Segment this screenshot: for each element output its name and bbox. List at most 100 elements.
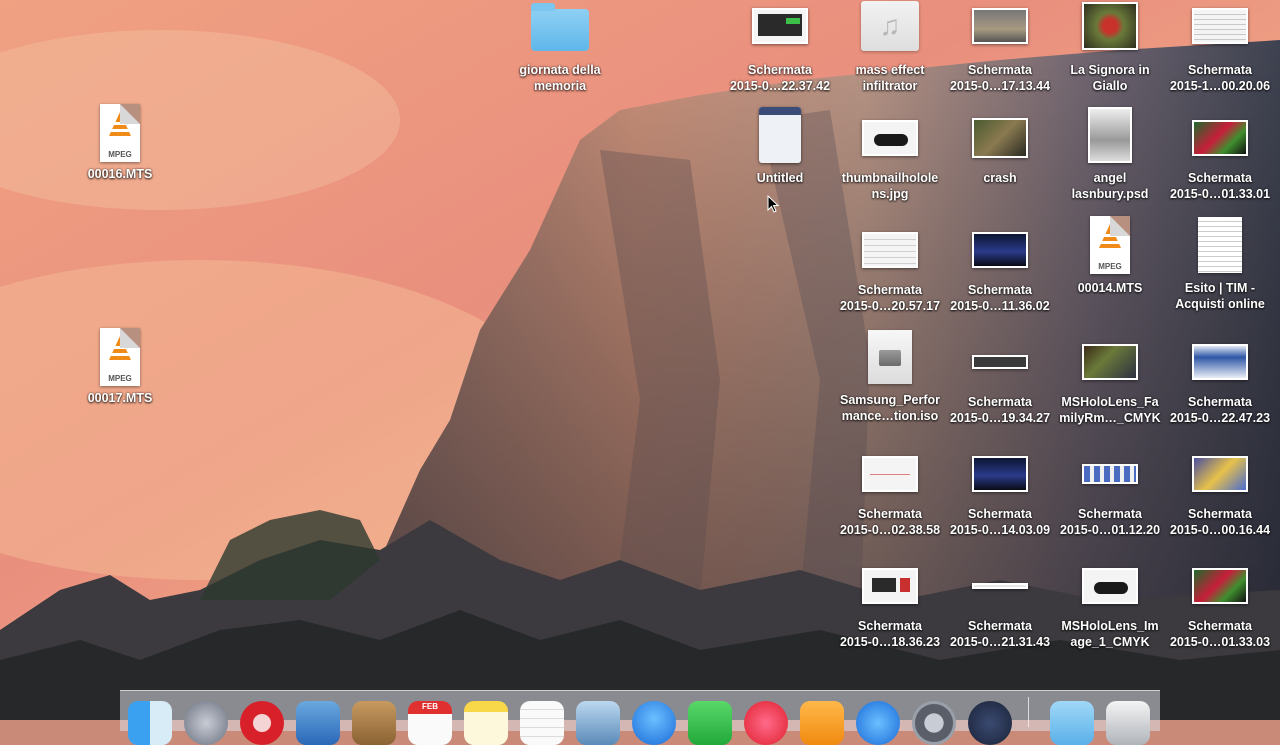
icon-label: Schermata [968,63,1032,77]
disk-image-icon [868,330,912,384]
dock-finder-icon[interactable] [128,701,172,745]
dock-downloads-folder-icon[interactable] [1050,701,1094,745]
icon-label: giornata della [519,63,601,77]
file-mshololens-familyrm-cmyk[interactable]: MSHoloLens_Fa milyRm…_CMYK [1052,336,1168,426]
dock-launchpad-icon[interactable] [184,701,228,745]
dock-notes-icon[interactable] [464,701,508,745]
screenshot-thumbnail-icon [972,232,1028,268]
file-angel-lasnbury-psd[interactable]: angel lasnbury.psd [1052,104,1168,202]
file-schermata-3[interactable]: Schermata 2015-1…00.20.06 [1162,0,1278,94]
file-la-signora-in-giallo[interactable]: La Signora in Giallo [1052,0,1168,94]
file-00016-mts[interactable]: MPEG 00016.MTS [62,102,178,182]
icon-label: 2015-0…20.57.17 [839,299,941,313]
icon-label: Giallo [1092,79,1128,93]
dock-system-preferences-icon[interactable] [912,701,956,745]
screenshot-thumbnail-icon [1192,120,1248,156]
file-mass-effect-infiltrator[interactable]: ♫ mass effect infiltrator [832,0,948,94]
file-schermata-14[interactable]: Schermata 2015-0…21.31.43 [942,560,1058,650]
file-00017-mts[interactable]: MPEG 00017.MTS [62,326,178,406]
icon-label: Acquisti online [1175,297,1265,311]
screenshot-thumbnail-icon [972,8,1028,44]
image-thumbnail-icon [1082,568,1138,604]
icon-label: Schermata [968,283,1032,297]
icon-label: 2015-0…21.31.43 [949,635,1051,649]
screenshot-thumbnail-icon [1192,8,1248,44]
icon-label: ns.jpg [871,187,909,201]
file-schermata-10[interactable]: Schermata 2015-0…14.03.09 [942,448,1058,538]
dock-mail-icon[interactable] [296,701,340,745]
image-thumbnail-icon [1082,2,1138,50]
file-schermata-8[interactable]: Schermata 2015-0…22.47.23 [1162,336,1278,426]
icon-label: 2015-0…17.13.44 [949,79,1051,93]
dock-ibooks-icon[interactable] [800,701,844,745]
dock-quicktime-icon[interactable] [968,701,1012,745]
file-schermata-15[interactable]: Schermata 2015-0…01.33.03 [1162,560,1278,650]
screenshot-thumbnail-icon [1192,456,1248,492]
icon-label: lasnbury.psd [1071,187,1149,201]
file-esito-tim-acquisti-online[interactable]: Esito | TIM - Acquisti online [1162,214,1278,312]
icon-label: mance…tion.iso [841,409,939,423]
icon-label: Schermata [748,63,812,77]
icon-label: 2015-0…18.36.23 [839,635,941,649]
screenshot-thumbnail-icon [752,8,808,44]
icon-label: 2015-0…01.12.20 [1059,523,1161,537]
folder-giornata-della-memoria[interactable]: giornata della memoria [502,0,618,94]
screenshot-thumbnail-icon [1082,464,1138,484]
image-thumbnail-icon [1088,107,1132,163]
dock-reminders-icon[interactable] [520,701,564,745]
dock-app-store-icon[interactable] [856,701,900,745]
webpage-document-icon [1198,217,1242,273]
icon-label: Schermata [1188,63,1252,77]
file-schermata-6[interactable]: Schermata 2015-0…11.36.02 [942,224,1058,314]
calendar-month: FEB [422,702,438,711]
icon-label: 2015-0…01.33.03 [1169,635,1271,649]
file-crash[interactable]: crash [942,112,1058,186]
icon-label: Schermata [968,395,1032,409]
file-schermata-11[interactable]: Schermata 2015-0…01.12.20 [1052,448,1168,538]
image-thumbnail-icon [862,120,918,156]
vlc-video-file-icon: MPEG [100,328,140,386]
file-schermata-5[interactable]: Schermata 2015-0…20.57.17 [832,224,948,314]
icon-label: Schermata [1188,619,1252,633]
dock-app-blue-icon[interactable] [632,701,676,745]
icon-label: Schermata [1188,507,1252,521]
file-schermata-7[interactable]: Schermata 2015-0…19.34.27 [942,336,1058,426]
file-schermata-2[interactable]: Schermata 2015-0…17.13.44 [942,0,1058,94]
icon-label: 2015-0…19.34.27 [949,411,1051,425]
document-icon [759,107,801,163]
icon-label: Samsung_Perfor [839,393,941,407]
file-untitled[interactable]: Untitled [722,104,838,186]
file-00014-mts[interactable]: MPEG 00014.MTS [1052,214,1168,296]
file-schermata-12[interactable]: Schermata 2015-0…00.16.44 [1162,448,1278,538]
screenshot-thumbnail-icon [862,456,918,492]
icon-label: angel [1093,171,1127,185]
dock-facetime-icon[interactable] [688,701,732,745]
file-mshololens-image-1-cmyk[interactable]: MSHoloLens_Im age_1_CMYK [1052,560,1168,650]
icon-label: 2015-0…22.37.42 [729,79,831,93]
file-schermata-1[interactable]: Schermata 2015-0…22.37.42 [722,0,838,94]
icon-label: mass effect [855,63,925,77]
icon-label: Schermata [858,507,922,521]
file-schermata-13[interactable]: Schermata 2015-0…18.36.23 [832,560,948,650]
icon-label: Schermata [858,619,922,633]
file-thumbnailhololens-jpg[interactable]: thumbnailholole ns.jpg [832,112,948,202]
dock-trash-icon[interactable] [1106,701,1150,745]
dock-contacts-icon[interactable] [352,701,396,745]
dock-opera-icon[interactable] [240,701,284,745]
icon-label: 00017.MTS [87,391,153,405]
image-thumbnail-icon [1082,344,1138,380]
file-samsung-performance-iso[interactable]: Samsung_Perfor mance…tion.iso [832,326,948,424]
icon-label: Schermata [1188,395,1252,409]
dock-calendar-icon[interactable]: FEB [408,701,452,745]
dock-itunes-icon[interactable] [744,701,788,745]
file-schermata-4[interactable]: Schermata 2015-0…01.33.01 [1162,112,1278,202]
icon-label: age_1_CMYK [1070,635,1150,649]
dock-preview-icon[interactable] [576,701,620,745]
icon-label: 2015-0…14.03.09 [949,523,1051,537]
file-schermata-9[interactable]: Schermata 2015-0…02.38.58 [832,448,948,538]
icon-label: La Signora in [1070,63,1150,77]
icon-label: Schermata [858,283,922,297]
screenshot-thumbnail-icon [1192,344,1248,380]
dock-separator [1028,697,1029,727]
icon-label: 2015-0…11.36.02 [950,299,1050,313]
